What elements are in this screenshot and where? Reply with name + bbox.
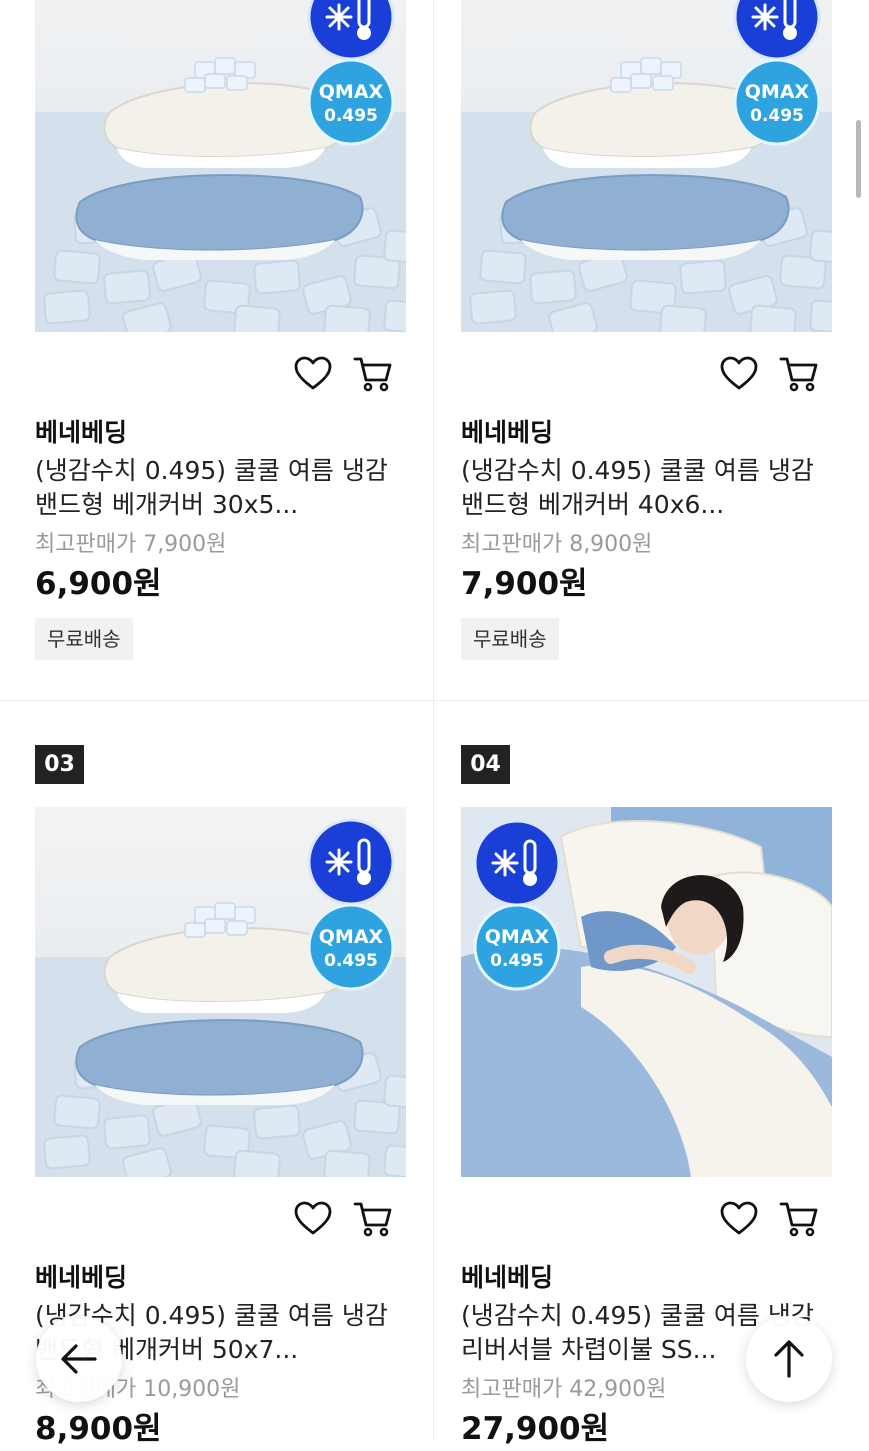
snowflake-thermometer-icon [473,819,561,907]
qmax-badge: QMAX 0.495 [473,903,561,991]
sale-price: 27,900원 [461,1411,610,1447]
heart-icon[interactable] [293,354,333,394]
product-actions [35,332,406,412]
cart-icon[interactable] [779,354,819,394]
column-divider [433,0,434,1439]
cart-icon[interactable] [353,354,393,394]
qmax-value: 0.495 [324,951,378,971]
qmax-value: 0.495 [750,106,804,126]
original-price: 최고판매가 7,900원 [35,532,227,557]
cart-icon[interactable] [353,1199,393,1239]
qmax-badge: QMAX 0.495 [307,58,395,146]
rank-badge: 03 [35,745,84,784]
product-image[interactable]: QMAX 0.495 [35,0,406,332]
product-image[interactable]: QMAX 0.495 [461,807,832,1177]
scrollbar[interactable] [856,120,861,198]
heart-icon[interactable] [719,354,759,394]
scroll-to-top-button[interactable] [746,1316,832,1402]
product-actions [461,332,832,412]
cart-icon[interactable] [779,1199,819,1239]
qmax-label: QMAX [485,926,550,948]
arrow-up-icon [774,1340,804,1378]
original-price: 최고판매가 8,900원 [461,532,653,557]
heart-icon[interactable] [719,1199,759,1239]
qmax-label: QMAX [745,81,810,103]
product-actions [35,1177,406,1257]
sale-price: 8,900원 [35,1411,162,1447]
qmax-label: QMAX [319,81,384,103]
arrow-left-icon [61,1344,97,1374]
snowflake-thermometer-icon [307,818,395,906]
sale-price: 7,900원 [461,566,588,602]
free-shipping-badge: 무료배송 [461,618,559,660]
product-card[interactable]: QMAX 0.495 베네베딩 (냉감수치 0.495) 쿨쿨 여름 냉감 밴드… [461,0,832,660]
rank-badge: 04 [461,745,510,784]
qmax-value: 0.495 [324,106,378,126]
heart-icon[interactable] [293,1199,333,1239]
row-divider [0,700,869,701]
product-image[interactable]: QMAX 0.495 [461,0,832,332]
product-name[interactable]: (냉감수치 0.495) 쿨쿨 여름 냉감 밴드형 베개커버 30x5... [35,454,406,524]
qmax-label: QMAX [319,926,384,948]
product-grid: QMAX 0.495 베네베딩 (냉감수치 0.495) 쿨쿨 여름 냉감 밴드… [0,0,869,1447]
sale-price: 6,900원 [35,566,162,602]
qmax-badge: QMAX 0.495 [733,58,821,146]
back-button[interactable] [36,1316,122,1402]
qmax-value: 0.495 [490,951,544,971]
qmax-badge: QMAX 0.495 [307,903,395,991]
product-brand: 베네베딩 [461,1263,554,1292]
product-actions [461,1177,832,1257]
free-shipping-badge: 무료배송 [35,618,133,660]
product-image[interactable]: QMAX 0.495 [35,807,406,1177]
product-card[interactable]: QMAX 0.495 베네베딩 (냉감수치 0.495) 쿨쿨 여름 냉감 밴드… [35,0,406,660]
product-name[interactable]: (냉감수치 0.495) 쿨쿨 여름 냉감 밴드형 베개커버 40x6... [461,454,832,524]
product-brand: 베네베딩 [35,418,128,447]
product-brand: 베네베딩 [461,418,554,447]
product-brand: 베네베딩 [35,1263,128,1292]
